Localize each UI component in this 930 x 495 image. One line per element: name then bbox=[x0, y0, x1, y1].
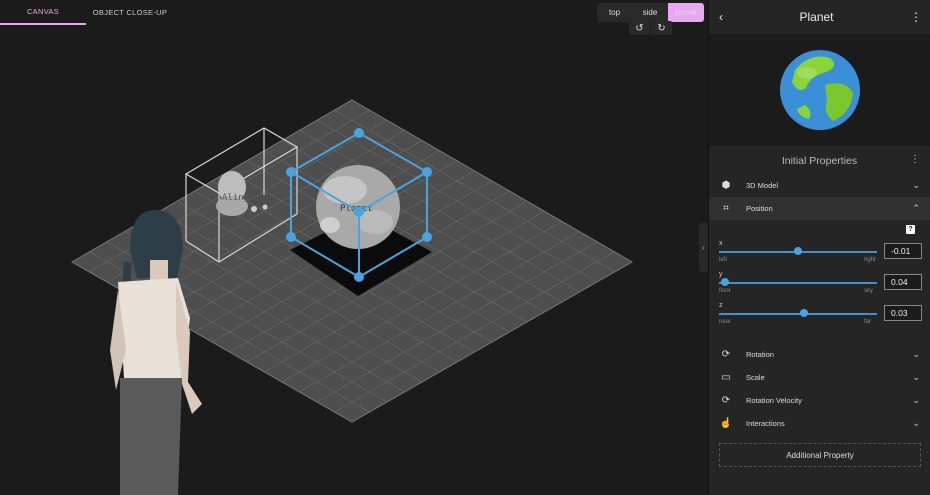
property-label: 3D Model bbox=[746, 181, 779, 190]
panel-header: ‹ Planet ⋮ bbox=[709, 0, 930, 34]
scale-icon: ▭ bbox=[721, 372, 731, 383]
panel-menu-icon[interactable]: ⋮ bbox=[910, 10, 922, 24]
x-value-input[interactable]: -0.01 bbox=[884, 243, 922, 259]
property-row-scale[interactable]: ▭ Scale ⌄ bbox=[709, 366, 930, 389]
view-selector: top side corner bbox=[597, 3, 704, 22]
property-label: Rotation Velocity bbox=[746, 396, 802, 405]
rotate-3d-icon: ⟳ bbox=[721, 395, 731, 406]
axis-low-label: near bbox=[719, 319, 732, 325]
property-label: Scale bbox=[746, 373, 765, 382]
z-slider-track[interactable] bbox=[719, 313, 877, 315]
property-row-3d-model[interactable]: ⬢ 3D Model ⌄ bbox=[709, 174, 930, 197]
rotate-cw-icon[interactable]: ↻ bbox=[651, 21, 672, 35]
z-value-input[interactable]: 0.03 bbox=[884, 305, 922, 321]
rotate-ccw-icon[interactable]: ↺ bbox=[629, 21, 650, 35]
help-icon[interactable]: ? bbox=[906, 225, 915, 234]
aling-label: Aling bbox=[222, 193, 249, 203]
app-root: Aling Planet bbox=[0, 0, 930, 495]
property-row-rotation[interactable]: ⟳ Rotation ⌄ bbox=[709, 343, 930, 366]
section-title: Initial Properties bbox=[781, 155, 858, 167]
model-preview bbox=[709, 34, 930, 146]
top-tabs: CANVAS OBJECT CLOSE-UP bbox=[0, 0, 174, 25]
chevron-up-icon: ⌃ bbox=[912, 203, 920, 213]
chevron-down-icon: ⌄ bbox=[912, 395, 920, 405]
property-label: Interactions bbox=[746, 419, 785, 428]
axis-low-label: left bbox=[719, 257, 728, 263]
chevron-down-icon: ⌄ bbox=[912, 418, 920, 428]
additional-property-button[interactable]: Additional Property bbox=[719, 443, 921, 467]
axis-name: x bbox=[719, 240, 723, 247]
property-label: Rotation bbox=[746, 350, 774, 359]
y-slider-knob[interactable] bbox=[721, 278, 730, 286]
properties-panel: ‹ Planet ⋮ Initial Properties ⋮ ⬢ 3D Mod… bbox=[708, 0, 930, 495]
axis-high-label: sky bbox=[864, 288, 873, 294]
back-chevron-icon[interactable]: ‹ bbox=[719, 10, 723, 24]
axis-low-label: floor bbox=[719, 288, 731, 294]
axis-name: z bbox=[719, 302, 723, 309]
chevron-down-icon: ⌄ bbox=[912, 180, 920, 190]
touch-icon: ☝ bbox=[719, 418, 733, 429]
tab-canvas[interactable]: CANVAS bbox=[0, 0, 86, 25]
x-slider-knob[interactable] bbox=[794, 247, 802, 255]
tab-object-close-up[interactable]: OBJECT CLOSE-UP bbox=[86, 0, 174, 25]
axis-high-label: far bbox=[864, 319, 872, 325]
initial-properties-header: Initial Properties ⋮ bbox=[709, 150, 930, 172]
canvas-area[interactable]: Aling Planet bbox=[0, 0, 708, 495]
view-top-button[interactable]: top bbox=[597, 3, 632, 22]
crop-icon: ⌗ bbox=[723, 203, 729, 214]
rotate-3d-icon: ⟳ bbox=[721, 349, 731, 360]
property-label: Position bbox=[746, 204, 773, 213]
z-slider-knob[interactable] bbox=[800, 309, 809, 317]
section-menu-icon[interactable]: ⋮ bbox=[910, 154, 920, 165]
chevron-down-icon: ⌄ bbox=[912, 349, 920, 359]
property-row-position[interactable]: ⌗ Position ⌃ bbox=[709, 197, 930, 220]
property-row-interactions[interactable]: ☝ Interactions ⌄ bbox=[709, 412, 930, 435]
planet-preview-image bbox=[779, 50, 860, 130]
scene-3d[interactable]: Aling Planet bbox=[0, 0, 708, 495]
panel-toggle-chevron-icon[interactable]: › bbox=[699, 223, 708, 272]
axis-name: y bbox=[719, 271, 723, 278]
y-slider-track[interactable] bbox=[719, 282, 877, 284]
view-side-button[interactable]: side bbox=[632, 3, 668, 22]
panel-title: Planet bbox=[799, 10, 834, 24]
model-3d-icon: ⬢ bbox=[721, 180, 731, 191]
property-row-rotation-velocity[interactable]: ⟳ Rotation Velocity ⌄ bbox=[709, 389, 930, 412]
view-corner-button[interactable]: corner bbox=[668, 3, 704, 22]
axis-high-label: right bbox=[864, 257, 876, 263]
position-editor: ? x left right -0.01 y floor sky 0.04 z bbox=[709, 220, 930, 343]
chevron-down-icon: ⌄ bbox=[912, 372, 920, 382]
y-value-input[interactable]: 0.04 bbox=[884, 274, 922, 290]
